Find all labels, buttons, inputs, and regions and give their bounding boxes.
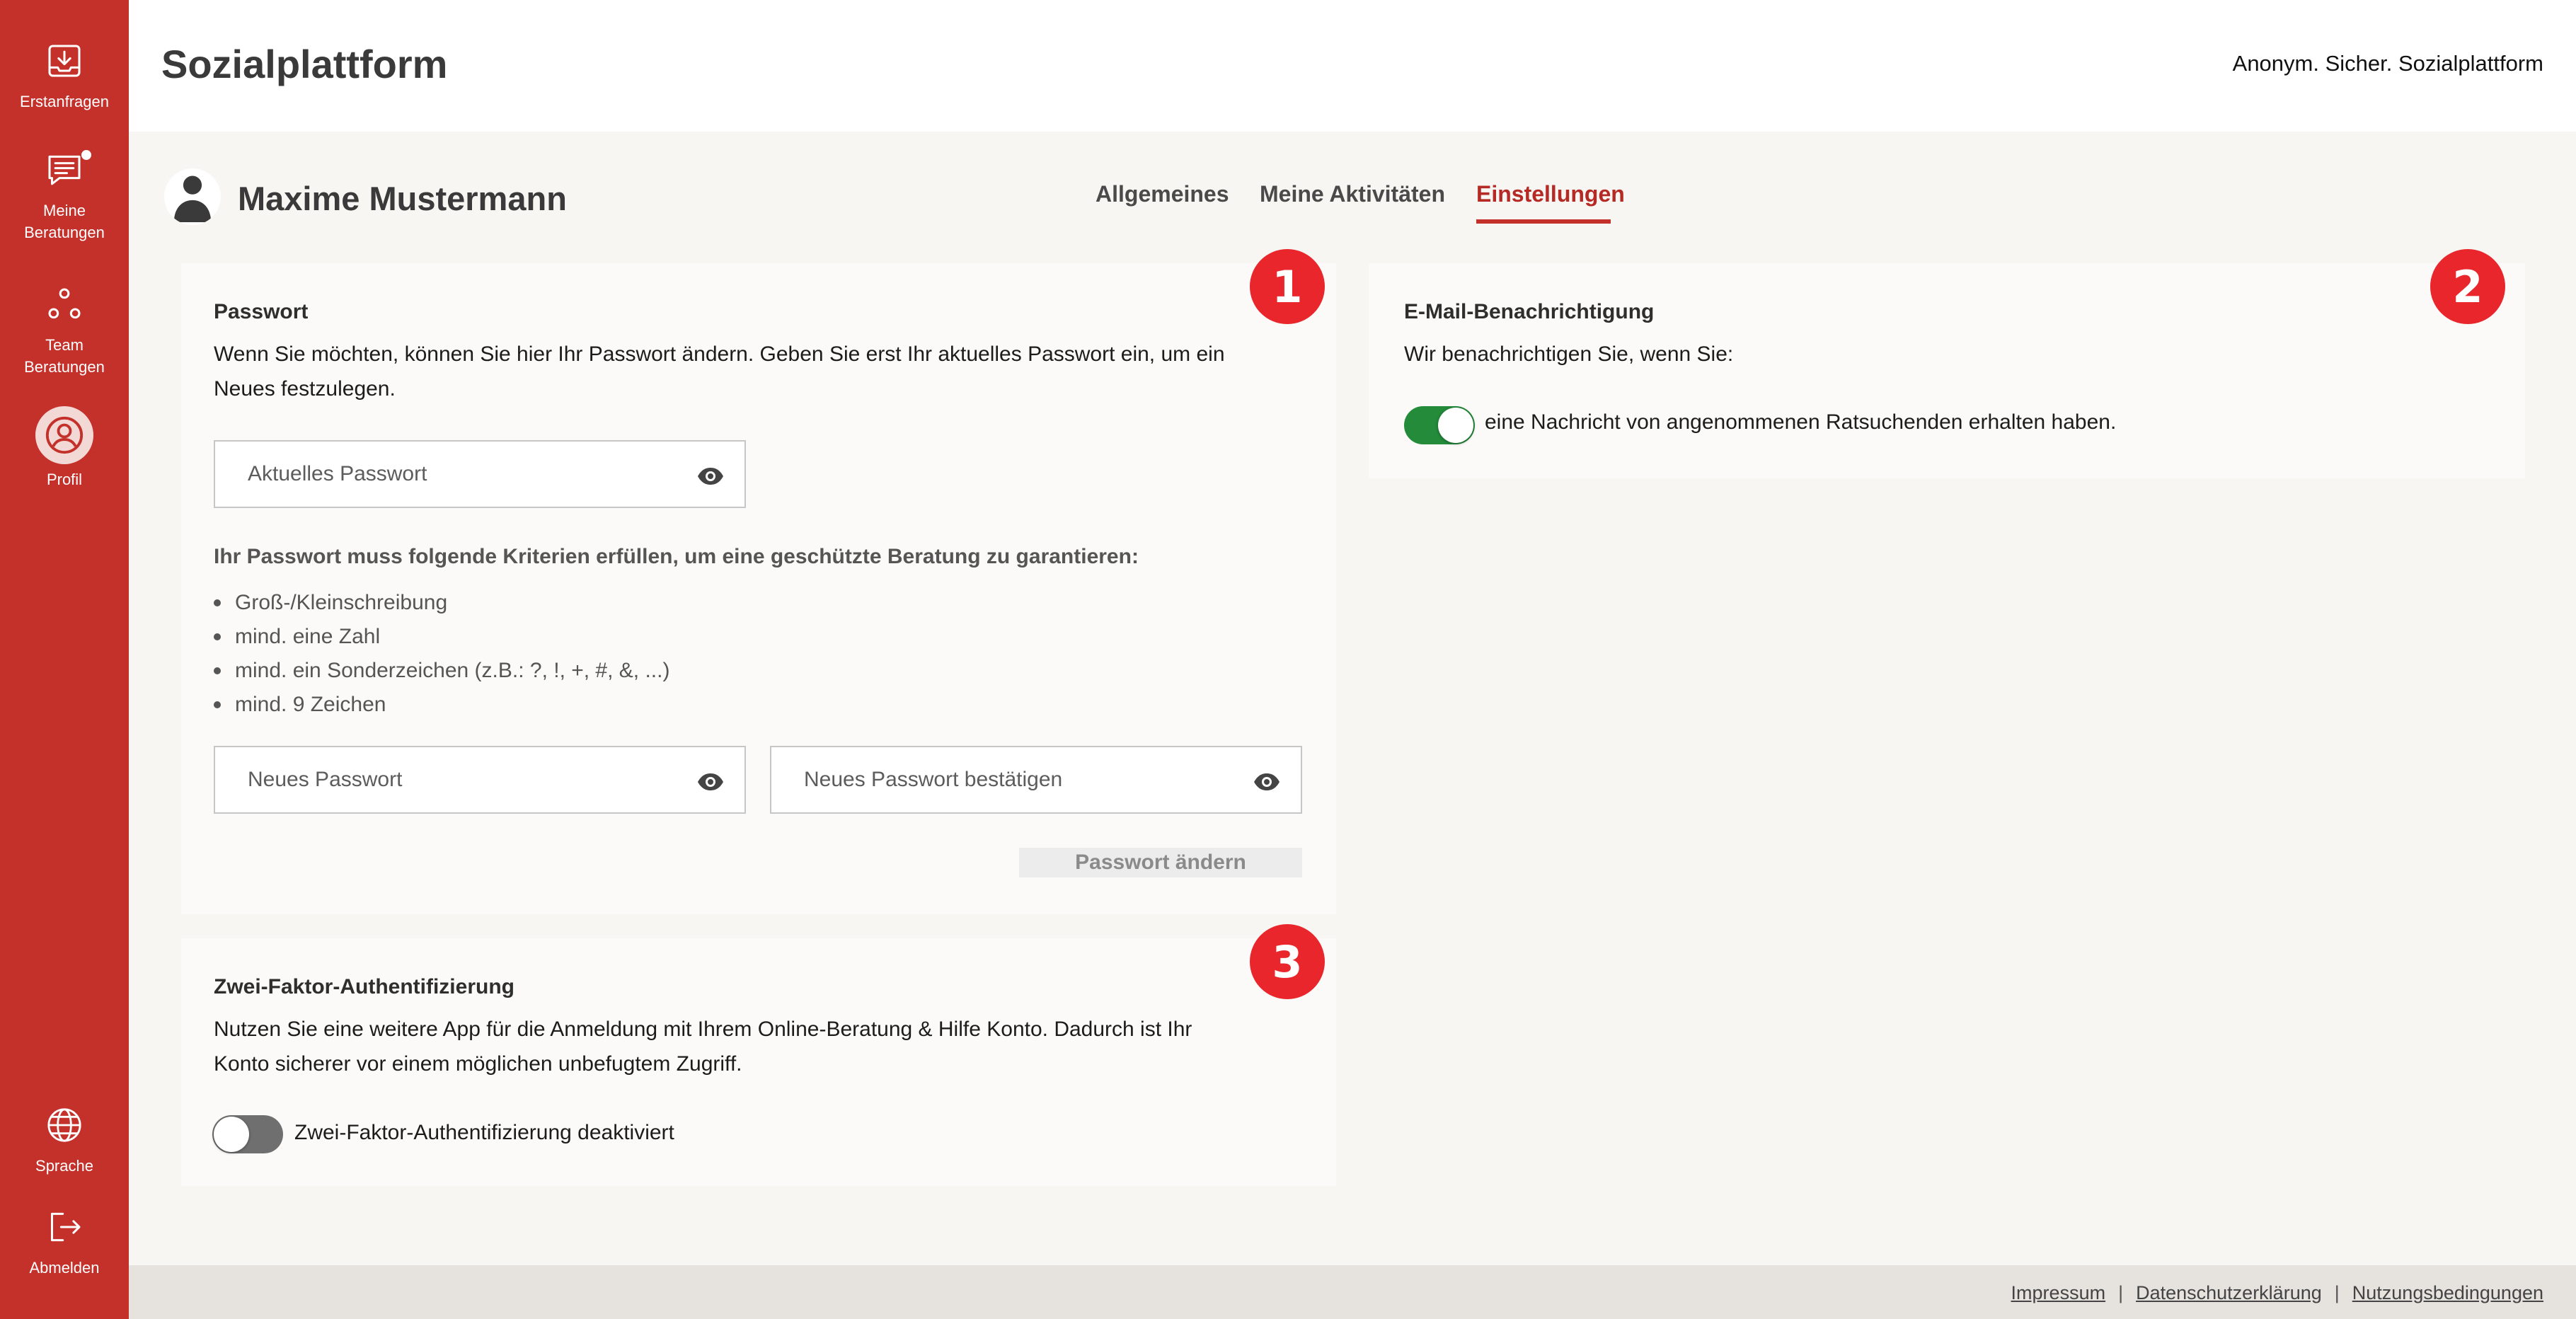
toggle-knob [214, 1117, 249, 1152]
sidebar-item-label: Abmelden [29, 1259, 100, 1277]
confirm-password-input[interactable] [771, 747, 1301, 812]
step-badge-1: 1 [1250, 249, 1325, 324]
chat-lines-icon [43, 149, 91, 191]
criterion-text: Groß-/Kleinschreibung [235, 591, 448, 614]
email-card-intro: Wir benachrichtigen Sie, wenn Sie: [1404, 342, 1734, 366]
step-badge-3: 3 [1250, 924, 1325, 999]
notification-dot [81, 150, 91, 160]
password-intro-line1: Wenn Sie möchten, können Sie hier Ihr Pa… [214, 342, 1225, 366]
globe-icon [43, 1104, 86, 1146]
criterion-text: mind. eine Zahl [235, 625, 381, 648]
email-card-title: E-Mail-Benachrichtigung [1404, 300, 1655, 323]
new-password-input[interactable] [215, 747, 744, 812]
list-item: mind. 9 Zeichen [214, 688, 669, 722]
sidebar-item-label: Profil [46, 471, 83, 488]
new-password-field-wrapper [214, 746, 746, 814]
criterion-text: mind. ein Sonderzeichen (z.B.: ?, !, +, … [235, 659, 670, 682]
confirm-password-field-wrapper [770, 746, 1302, 814]
sidebar-item-team-beratungen[interactable]: Team Beratungen [0, 283, 129, 378]
app-tagline: Anonym. Sicher. Sozialplattform [2232, 51, 2543, 76]
user-name: Maxime Mustermann [238, 180, 567, 217]
list-item: mind. ein Sonderzeichen (z.B.: ?, !, +, … [214, 654, 669, 688]
eye-icon[interactable] [1253, 771, 1281, 793]
list-item: Groß-/Kleinschreibung [214, 586, 669, 620]
footer-link-nutzungsbedingungen[interactable]: Nutzungsbedingungen [2352, 1282, 2543, 1304]
criterion-text: mind. 9 Zeichen [235, 693, 386, 716]
user-circle-icon [35, 406, 93, 464]
password-criteria-list: Groß-/Kleinschreibung mind. eine Zahl mi… [214, 586, 669, 722]
active-tab-indicator [1476, 219, 1611, 224]
email-notification-toggle[interactable] [1404, 406, 1475, 444]
twofa-intro-line2: Konto sicherer vor einem möglichen unbef… [214, 1052, 742, 1076]
password-intro-line2: Neues festzulegen. [214, 377, 396, 401]
twofa-toggle-label: Zwei-Faktor-Authentifizierung deaktivier… [294, 1121, 674, 1144]
footer-separator: | [2334, 1282, 2340, 1303]
change-password-button[interactable]: Passwort ändern [1019, 848, 1302, 877]
sidebar-item-profil[interactable]: Profil [0, 406, 129, 490]
bullet [214, 701, 221, 708]
tab-allgemeines[interactable]: Allgemeines [1096, 181, 1229, 207]
current-password-field-wrapper [214, 440, 746, 508]
sidebar-item-label: Sprache [35, 1157, 93, 1175]
twofa-card-title: Zwei-Faktor-Authentifizierung [214, 975, 514, 998]
email-toggle-label: eine Nachricht von angenommenen Ratsuche… [1485, 410, 2117, 434]
sidebar-item-label: Meine Beratungen [24, 202, 105, 241]
footer: Impressum | Datenschutzerklärung | Nutzu… [129, 1265, 2576, 1319]
bullet [214, 667, 221, 674]
sidebar-item-sprache[interactable]: Sprache [0, 1104, 129, 1177]
list-item: mind. eine Zahl [214, 620, 669, 654]
sidebar-item-erstanfragen[interactable]: Erstanfragen [0, 40, 129, 113]
eye-icon[interactable] [696, 771, 725, 793]
bullet [214, 599, 221, 606]
footer-links: Impressum | Datenschutzerklärung | Nutzu… [2011, 1282, 2543, 1304]
current-password-input[interactable] [215, 442, 744, 507]
inbox-download-icon [43, 40, 86, 82]
logout-icon [43, 1206, 86, 1248]
password-card-title: Passwort [214, 300, 309, 323]
team-nodes-icon [43, 283, 86, 326]
tab-meine-aktivitaeten[interactable]: Meine Aktivitäten [1260, 181, 1445, 207]
password-criteria-heading: Ihr Passwort muss folgende Kriterien erf… [214, 545, 1139, 568]
twofa-intro-line1: Nutzen Sie eine weitere App für die Anme… [214, 1018, 1192, 1041]
app-title: Sozialplattform [161, 42, 448, 86]
sidebar-item-label: Erstanfragen [20, 93, 109, 110]
sidebar-item-abmelden[interactable]: Abmelden [0, 1206, 129, 1279]
toggle-knob [1438, 408, 1473, 443]
sidebar-item-label: Team Beratungen [24, 336, 105, 376]
sidebar-item-meine-beratungen[interactable]: Meine Beratungen [0, 149, 129, 243]
footer-link-datenschutz[interactable]: Datenschutzerklärung [2136, 1282, 2322, 1304]
footer-link-impressum[interactable]: Impressum [2011, 1282, 2106, 1304]
step-badge-2: 2 [2430, 249, 2505, 324]
user-silhouette-icon [173, 175, 212, 222]
footer-separator: | [2118, 1282, 2124, 1303]
sidebar: Erstanfragen Meine Beratungen Team Berat… [0, 0, 129, 1319]
eye-icon[interactable] [696, 466, 725, 487]
app-header: Sozialplattform Anonym. Sicher. Sozialpl… [129, 0, 2576, 132]
bullet [214, 633, 221, 640]
avatar [164, 168, 221, 225]
two-factor-toggle[interactable] [212, 1115, 283, 1153]
tab-einstellungen[interactable]: Einstellungen [1476, 181, 1625, 207]
